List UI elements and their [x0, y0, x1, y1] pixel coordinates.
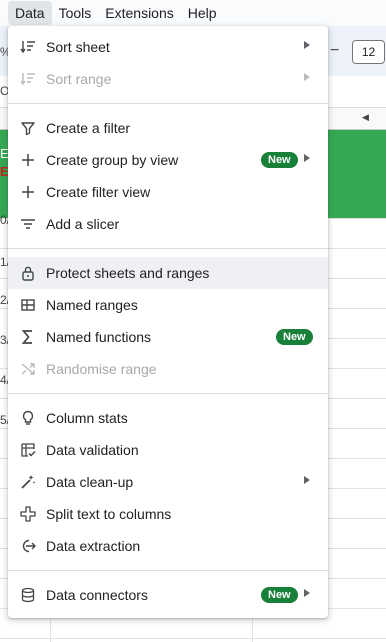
menu-item-label: Data clean-up [46, 474, 134, 490]
menu-item-label: Data extraction [46, 538, 141, 554]
menu-divider [8, 248, 328, 249]
menu-item-sort-range: Sort range [8, 63, 328, 95]
menu-item-sort-sheet[interactable]: Sort sheet [8, 31, 328, 63]
menu-item-label: Named functions [46, 329, 152, 345]
menu-item-label: Data validation [46, 442, 139, 458]
menu-item-randomise-range: Randomise range [8, 353, 328, 385]
split-icon [20, 506, 36, 522]
font-size-decrease-button[interactable]: − [330, 42, 339, 60]
submenu-arrow-icon [304, 589, 310, 597]
sort-icon [20, 71, 36, 87]
menu-item-label: Sort sheet [46, 39, 110, 55]
menu-item-named-ranges[interactable]: Named ranges [8, 289, 328, 321]
menu-help[interactable]: Help [181, 1, 224, 25]
validation-icon [20, 442, 36, 458]
menu-item-label: Create filter view [46, 184, 151, 200]
menu-item-label: Create a filter [46, 120, 131, 136]
filter-icon [20, 120, 36, 136]
menu-item-column-stats[interactable]: Column stats [8, 402, 328, 434]
menu-item-label: Data connectors [46, 587, 148, 603]
database-icon [20, 587, 36, 603]
submenu-arrow-icon [304, 41, 310, 49]
menu-extensions[interactable]: Extensions [98, 1, 180, 25]
menu-item-create-filter[interactable]: Create a filter [8, 112, 328, 144]
table-icon [20, 297, 36, 313]
sort-icon [20, 39, 36, 55]
menu-item-create-filter-view[interactable]: Create filter view [8, 176, 328, 208]
menu-item-named-functions[interactable]: Named functions New [8, 321, 328, 353]
new-badge: New [276, 329, 313, 345]
menu-item-label: Split text to columns [46, 506, 172, 522]
menu-item-label: Named ranges [46, 297, 138, 313]
menu-item-label: Add a slicer [46, 216, 120, 232]
submenu-arrow-icon [304, 73, 310, 81]
menu-item-create-group-by-view[interactable]: Create group by view New [8, 144, 328, 176]
shuffle-icon [20, 361, 36, 377]
menu-item-label: Column stats [46, 410, 128, 426]
menu-item-data-validation[interactable]: Data validation [8, 434, 328, 466]
menu-item-data-connectors[interactable]: Data connectors New [8, 579, 328, 611]
lock-icon [20, 265, 36, 281]
menu-divider [8, 570, 328, 571]
menu-item-label: Create group by view [46, 152, 179, 168]
font-size-input[interactable]: 12 [352, 40, 385, 64]
submenu-arrow-icon [304, 154, 310, 162]
menu-item-data-clean-up[interactable]: Data clean-up [8, 466, 328, 498]
menu-divider [8, 393, 328, 394]
new-badge: New [261, 587, 298, 603]
menu-item-protect-sheets[interactable]: Protect sheets and ranges [8, 257, 328, 289]
scroll-left-icon[interactable]: ◀ [362, 112, 369, 123]
slicer-icon [20, 216, 36, 232]
menu-item-split-text[interactable]: Split text to columns [8, 498, 328, 530]
menu-item-label: Sort range [46, 71, 112, 87]
plus-icon [20, 184, 36, 200]
menu-bar: Data Tools Extensions Help [0, 0, 386, 26]
submenu-arrow-icon [304, 476, 310, 484]
wand-icon [20, 474, 36, 490]
menu-item-label: Randomise range [46, 361, 157, 377]
menu-item-data-extraction[interactable]: Data extraction [8, 530, 328, 562]
menu-item-add-slicer[interactable]: Add a slicer [8, 208, 328, 240]
extraction-icon [20, 538, 36, 554]
data-menu-dropdown: Sort sheet Sort range Create a filter Cr… [8, 26, 328, 618]
plus-icon [20, 152, 36, 168]
lightbulb-icon [20, 410, 36, 426]
menu-item-label: Protect sheets and ranges [46, 265, 210, 281]
new-badge: New [261, 152, 298, 168]
menu-data[interactable]: Data [8, 1, 52, 25]
sigma-icon [20, 329, 36, 345]
menu-tools[interactable]: Tools [52, 1, 99, 25]
menu-divider [8, 103, 328, 104]
